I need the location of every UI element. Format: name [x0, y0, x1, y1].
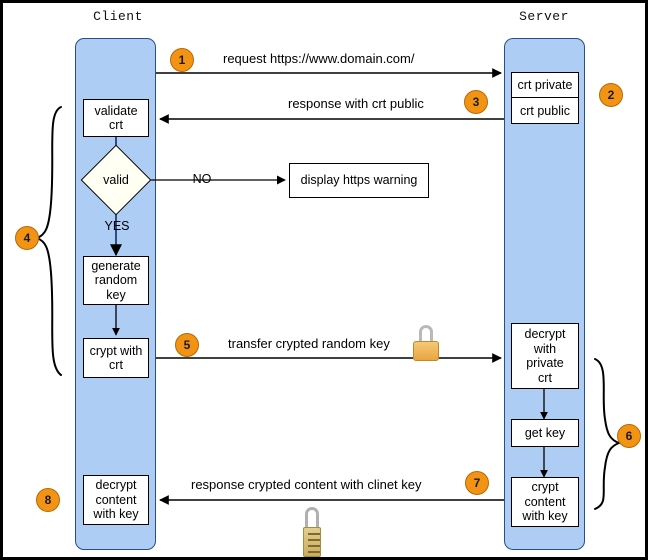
diagram-canvas: Client Server validate crt valid YES NO …: [0, 0, 648, 560]
display-https-warning-box: display https warning: [289, 163, 429, 198]
step-badge-8[interactable]: 8: [36, 488, 60, 512]
message-1-label: request https://www.domain.com/: [223, 51, 415, 66]
crypt-line-1: crypt with: [89, 343, 143, 358]
client-decrypt-line-2: content: [95, 492, 137, 507]
combination-padlock-shackle: [305, 507, 319, 527]
crypt-line-2: crt: [109, 358, 123, 372]
padlock-shackle: [419, 325, 433, 341]
message-3-label: response with crt public: [288, 96, 424, 111]
server-crypt-line-3: with key: [522, 509, 568, 524]
client-decrypt-line-1: decrypt: [95, 478, 137, 493]
client-crypt-with-crt-box: crypt with crt: [83, 338, 149, 378]
decision-label: valid: [103, 173, 129, 187]
generate-line-1: generate: [91, 258, 141, 273]
lane-title-server: Server: [519, 9, 569, 24]
combination-padlock-icon: [301, 507, 323, 557]
padlock-dial-4: [308, 551, 320, 553]
padlock-dial-1: [308, 533, 320, 535]
server-decrypt-line-4: crt: [538, 370, 552, 385]
server-decrypt-line-3: private: [526, 356, 564, 370]
step-badge-1[interactable]: 1: [170, 48, 194, 72]
padlock-dial-2: [308, 539, 320, 541]
client-validate-crt-box: validate crt: [83, 99, 149, 137]
server-crypt-line-2: content: [524, 494, 566, 509]
padlock-icon: [413, 325, 441, 361]
step-badge-5[interactable]: 5: [175, 333, 199, 357]
step-badge-4[interactable]: 4: [15, 226, 39, 250]
generate-line-3: key: [106, 287, 126, 302]
server-crypt-content-box: crypt content with key: [511, 477, 579, 527]
client-valid-decision: valid: [80, 144, 152, 216]
message-7-label: response crypted content with clinet key: [191, 477, 422, 492]
server-decrypt-private-crt-box: decrypt with private crt: [511, 323, 579, 389]
client-decrypt-content-box: decrypt content with key: [83, 475, 149, 525]
message-5-label: transfer crypted random key: [228, 336, 390, 351]
crt-public-cell: crt public: [519, 103, 571, 118]
client-decrypt-line-3: with key: [93, 507, 139, 522]
lane-title-client: Client: [93, 9, 143, 24]
server-decrypt-line-2: with: [533, 341, 557, 356]
combination-padlock-body: [303, 527, 321, 557]
crt-private-cell: crt private: [512, 73, 578, 98]
padlock-dial-3: [308, 545, 320, 547]
server-get-key-box: get key: [511, 419, 579, 447]
yes-branch-label: YES: [104, 219, 130, 233]
no-branch-label: NO: [192, 172, 212, 186]
validate-line-1: validate: [94, 103, 138, 118]
step-badge-3[interactable]: 3: [464, 90, 488, 114]
client-generate-random-key-box: generate random key: [83, 256, 149, 305]
server-crypt-line-1: crypt: [531, 480, 559, 495]
generate-line-2: random: [94, 273, 138, 288]
server-certificate-box: crt private crt public: [511, 72, 579, 124]
server-decrypt-line-1: decrypt: [524, 327, 566, 341]
step-badge-6[interactable]: 6: [617, 424, 641, 448]
get-key-text: get key: [524, 425, 566, 440]
padlock-body: [413, 341, 439, 361]
step-badge-2[interactable]: 2: [599, 83, 623, 107]
warning-text: display https warning: [300, 173, 418, 188]
validate-line-2: crt: [109, 118, 123, 132]
step-badge-7[interactable]: 7: [465, 471, 489, 495]
